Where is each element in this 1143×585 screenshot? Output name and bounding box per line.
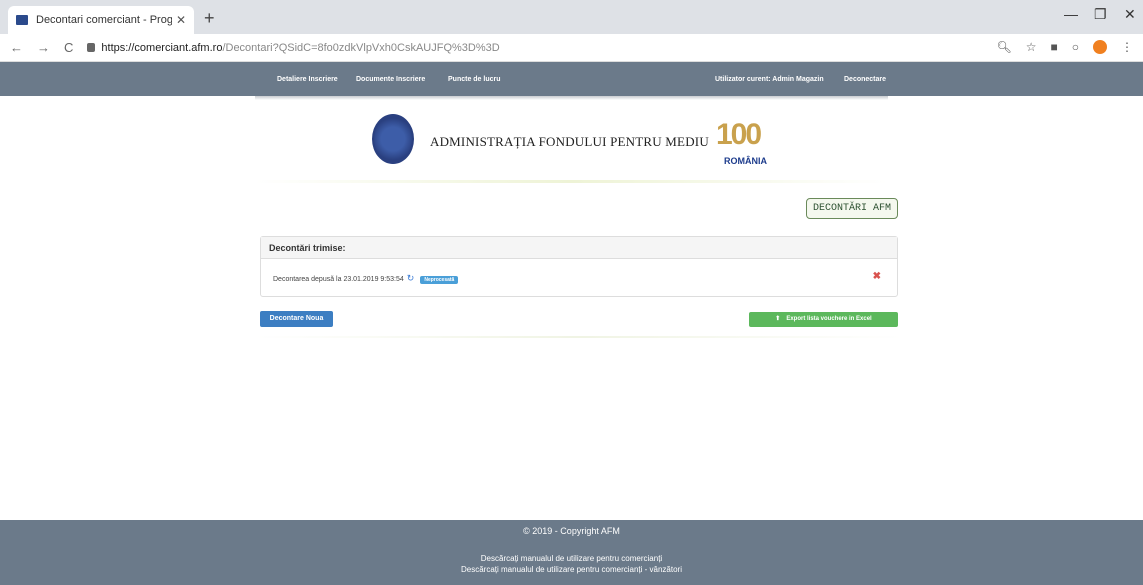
refresh-icon[interactable]: ↻ [407,273,415,283]
browser-tab[interactable]: Decontari comerciant - Program ✕ [8,6,194,34]
forward-icon[interactable]: → [37,40,50,55]
nav-puncte[interactable]: Puncte de lucru [448,76,501,83]
government-emblem-icon [372,114,414,164]
star-icon[interactable]: ☆ [1026,40,1037,54]
list-item: Decontarea depusă la 23.01.2019 9:53:54 ↻… [261,259,897,297]
content-divider [255,336,903,338]
minimize-icon[interactable]: — [1064,6,1078,22]
url-field[interactable]: https://comerciant.afm.ro/Decontari?QSid… [101,42,499,54]
zoom-icon[interactable]: 🔍︎ [997,40,1012,54]
address-bar: ← → C https://comerciant.afm.ro/Decontar… [0,34,1143,62]
browser-tabbar: Decontari comerciant - Program ✕ + — ❐ ✕ [0,0,1143,34]
maximize-icon[interactable]: ❐ [1094,6,1107,23]
centenary-logo: 100 ROMÂNIA [716,118,767,166]
manual-link-sellers[interactable]: Descărcați manualul de utilizare pentru … [0,565,1143,574]
extension2-icon[interactable]: ○ [1072,40,1079,54]
header-divider [255,180,888,183]
submitted-settlements-panel: Decontări trimise: Decontarea depusă la … [260,236,898,297]
close-tab-icon[interactable]: ✕ [176,13,186,27]
lock-icon [87,43,96,52]
back-icon[interactable]: ← [10,40,23,55]
site-footer: © 2019 - Copyright AFM Descărcați manual… [0,520,1143,585]
delete-icon[interactable]: ✖ [873,271,881,282]
new-settlement-button[interactable]: Decontare Noua [260,311,333,327]
nav-user: Utilizator curent: Admin Magazin [715,75,824,83]
reload-icon[interactable]: C [64,40,73,55]
export-excel-button[interactable]: ⬆ Export lista vouchere in Excel [749,312,898,327]
status-badge: Neprocesată [420,276,459,284]
panel-title: Decontări trimise: [261,237,897,259]
agency-title: ADMINISTRAȚIA FONDULUI PENTRU MEDIU [430,134,709,149]
favicon-icon [16,15,28,25]
nav-logout[interactable]: Deconectare [844,76,886,83]
menu-icon[interactable]: ⋮ [1121,40,1133,54]
upload-icon: ⬆ [775,316,781,322]
nav-documente[interactable]: Documente Inscriere [356,76,425,83]
decontari-afm-button[interactable]: DECONTĂRI AFM [806,198,899,219]
nav-detaliere[interactable]: Detaliere Inscriere [277,76,338,83]
profile-icon[interactable] [1093,40,1107,54]
settlement-text: Decontarea depusă la 23.01.2019 9:53:54 [273,276,404,283]
new-tab-icon[interactable]: + [204,8,215,29]
site-header: ADMINISTRAȚIA FONDULUI PENTRU MEDIU 100 … [0,100,1143,180]
site-nav: Detaliere Inscriere Documente Inscriere … [0,62,1143,96]
copyright-text: © 2019 - Copyright AFM [523,526,620,536]
extension-icon[interactable]: ■ [1051,40,1058,54]
window-close-icon[interactable]: ✕ [1124,6,1136,23]
tab-title: Decontari comerciant - Program [36,14,172,26]
manual-link-merchants[interactable]: Descărcați manualul de utilizare pentru … [0,554,1143,563]
